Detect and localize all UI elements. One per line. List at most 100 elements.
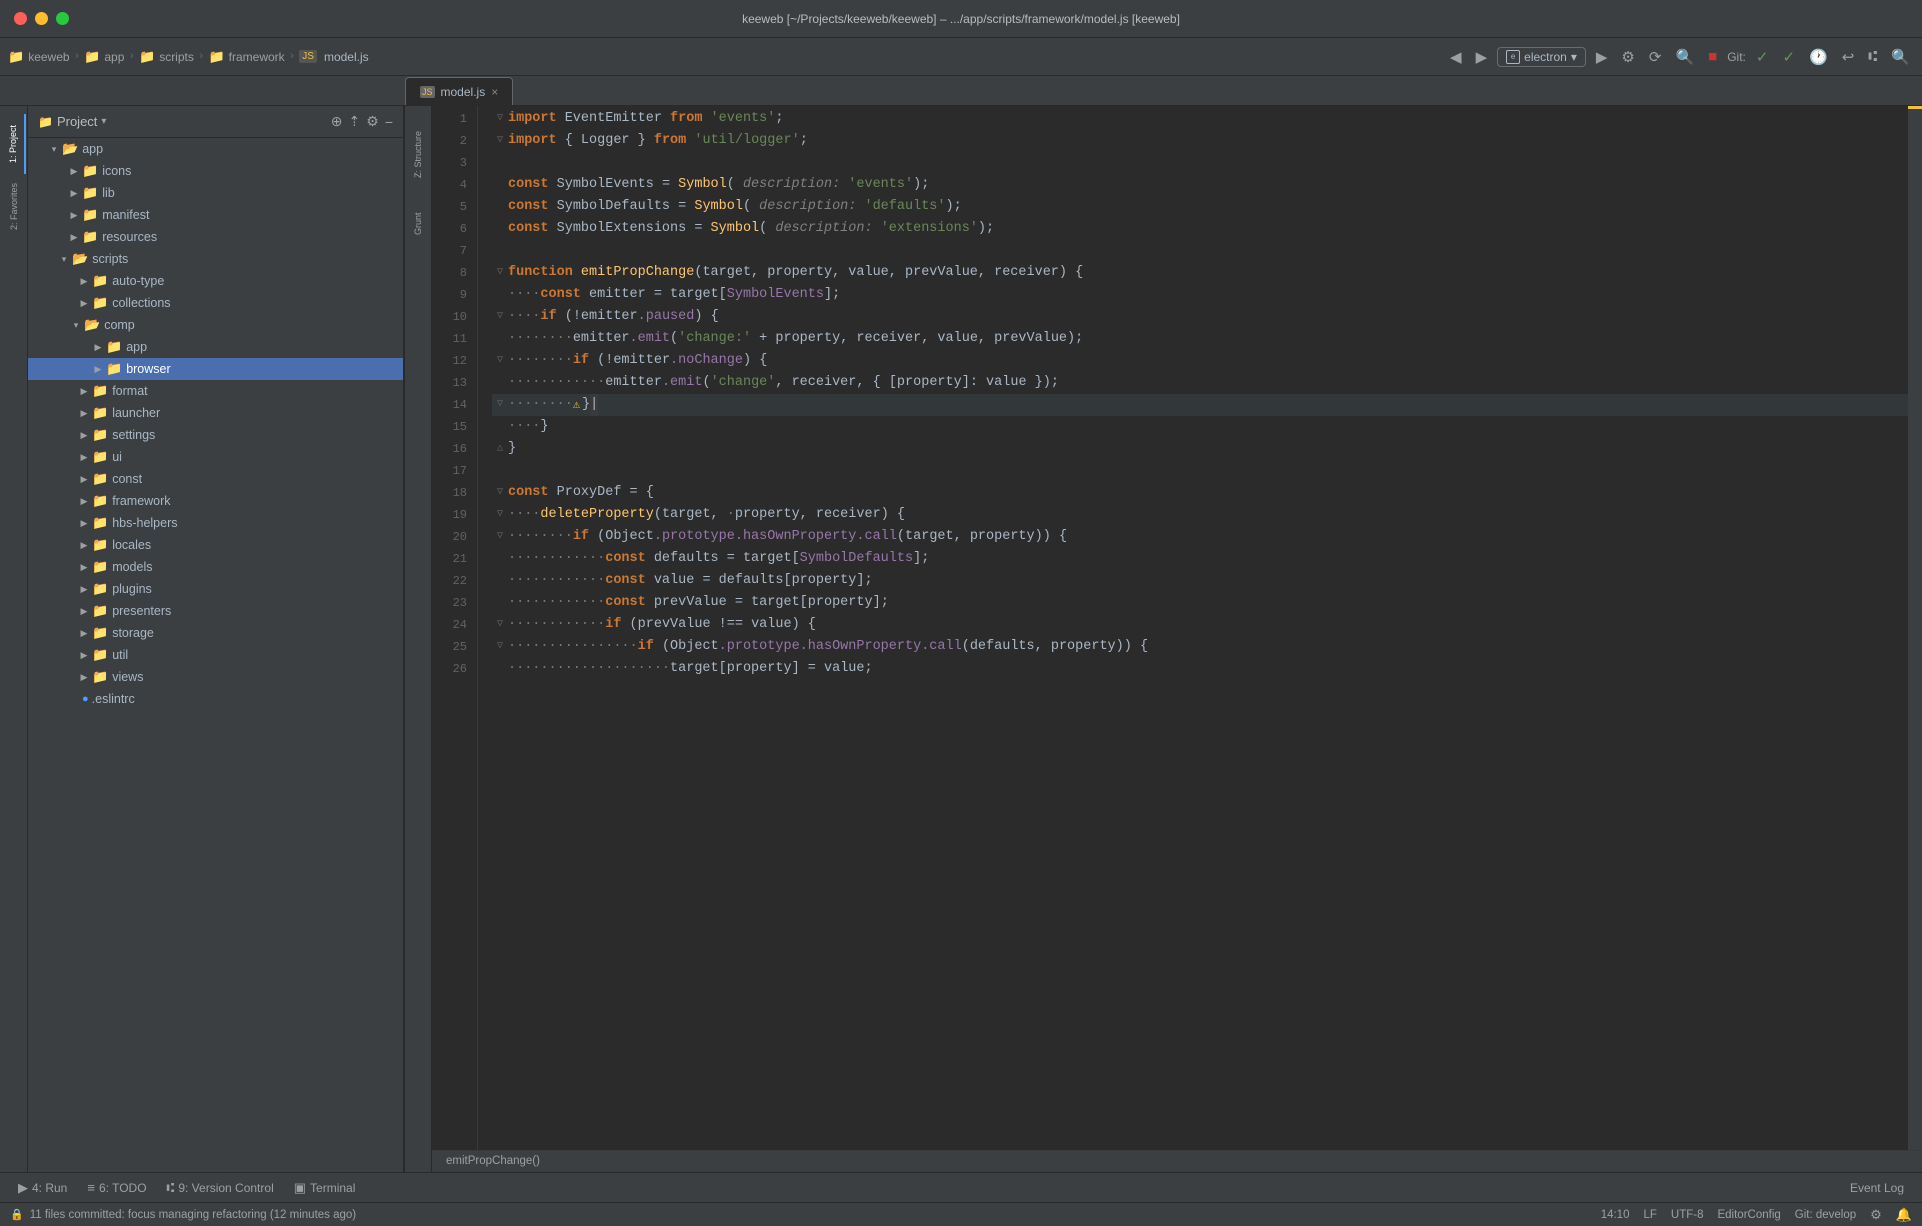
- stop-button[interactable]: ■: [1704, 46, 1721, 67]
- tree-item-presenters[interactable]: ▶ 📁 presenters: [28, 600, 403, 622]
- encoding[interactable]: UTF-8: [1671, 1209, 1704, 1221]
- terminal-tool-button[interactable]: ▣ Terminal: [284, 1173, 366, 1203]
- tree-item-comp[interactable]: ▾ 📂 comp: [28, 314, 403, 336]
- run-tool-button[interactable]: ▶ 4: Run: [8, 1173, 77, 1203]
- tree-item-settings[interactable]: ▶ 📁 settings: [28, 424, 403, 446]
- tab-model-js[interactable]: JS model.js ×: [405, 77, 513, 105]
- fold-btn-25[interactable]: ▽: [492, 636, 508, 658]
- vcs-tool-button[interactable]: ⑆ 9: Version Control: [157, 1173, 284, 1203]
- tree-item-comp-app[interactable]: ▶ 📁 app: [28, 336, 403, 358]
- tree-item-scripts[interactable]: ▾ 📂 scripts: [28, 248, 403, 270]
- folder-icon: 📁: [92, 273, 108, 289]
- back-button[interactable]: ◀: [1446, 46, 1466, 68]
- tree-item-util[interactable]: ▶ 📁 util: [28, 644, 403, 666]
- maximize-button[interactable]: [56, 12, 69, 25]
- tree-item-hbs-helpers[interactable]: ▶ 📁 hbs-helpers: [28, 512, 403, 534]
- tree-item-models[interactable]: ▶ 📁 models: [28, 556, 403, 578]
- tree-item-browser[interactable]: ▶ 📁 browser: [28, 358, 403, 380]
- fold-btn-16[interactable]: △: [492, 438, 508, 460]
- breadcrumb-scripts[interactable]: 📁 scripts: [139, 49, 194, 65]
- tree-arrow-icons: ▶: [66, 166, 82, 177]
- code-line-13: ············emitter.emit('change', recei…: [492, 372, 1908, 394]
- minimize-button[interactable]: [35, 12, 48, 25]
- tree-item-ui[interactable]: ▶ 📁 ui: [28, 446, 403, 468]
- fold-btn-10[interactable]: ▽: [492, 306, 508, 328]
- tree-item-app[interactable]: ▾ 📂 app: [28, 138, 403, 160]
- cursor-position[interactable]: 14:10: [1601, 1209, 1630, 1221]
- sidebar-item-structure[interactable]: Z: Structure: [406, 114, 430, 194]
- debug-button[interactable]: ⟳: [1645, 46, 1666, 68]
- tree-item-locales[interactable]: ▶ 📁 locales: [28, 534, 403, 556]
- todo-tool-button[interactable]: ≡ 6: TODO: [77, 1173, 156, 1203]
- tree-item-const[interactable]: ▶ 📁 const: [28, 468, 403, 490]
- code-line-4: const SymbolEvents = Symbol( description…: [492, 174, 1908, 196]
- sidebar-item-grunt[interactable]: Grunt: [406, 194, 430, 254]
- breadcrumb-framework[interactable]: 📁 framework: [208, 49, 284, 65]
- tree-item-manifest[interactable]: ▶ 📁 manifest: [28, 204, 403, 226]
- breadcrumb-keeweb[interactable]: 📁 keeweb: [8, 49, 70, 65]
- settings-button[interactable]: ⚙: [366, 113, 379, 130]
- git-history[interactable]: 🕐: [1805, 46, 1832, 68]
- git-rollback[interactable]: ↩: [1838, 46, 1859, 68]
- tree-item-storage[interactable]: ▶ 📁 storage: [28, 622, 403, 644]
- electron-dropdown[interactable]: e electron ▾: [1497, 47, 1586, 67]
- fold-btn-18[interactable]: ▽: [492, 482, 508, 504]
- git-check2[interactable]: ✓: [1778, 46, 1799, 68]
- fold-btn-14[interactable]: ▽: [492, 394, 508, 416]
- tree-item-launcher[interactable]: ▶ 📁 launcher: [28, 402, 403, 424]
- fold-btn-12[interactable]: ▽: [492, 350, 508, 372]
- sidebar-item-project[interactable]: 1: Project: [2, 114, 26, 174]
- breadcrumb: 📁 keeweb › 📁 app › 📁 scripts › 📁 framewo…: [8, 49, 1442, 65]
- fold-btn-19[interactable]: ▽: [492, 504, 508, 526]
- git-check1[interactable]: ✓: [1752, 46, 1773, 68]
- event-log-button[interactable]: Event Log: [1840, 1173, 1914, 1203]
- code-editor[interactable]: ▽ import EventEmitter from 'events'; ▽ i…: [478, 106, 1908, 1150]
- forward-button[interactable]: ▶: [1472, 46, 1492, 68]
- run-button[interactable]: ▶: [1592, 46, 1612, 68]
- fold-btn-20[interactable]: ▽: [492, 526, 508, 548]
- tree-item-views[interactable]: ▶ 📁 views: [28, 666, 403, 688]
- search-button[interactable]: 🔍: [1887, 46, 1914, 68]
- tree-item-lib[interactable]: ▶ 📁 lib: [28, 182, 403, 204]
- locate-file-button[interactable]: ⊕: [331, 113, 343, 130]
- collapse-all-button[interactable]: ⇡: [349, 113, 361, 130]
- window-title: keeweb [~/Projects/keeweb/keeweb] – .../…: [742, 12, 1180, 26]
- tree-item-format[interactable]: ▶ 📁 format: [28, 380, 403, 402]
- indent-config[interactable]: EditorConfig: [1717, 1209, 1780, 1221]
- tree-item-eslintrc[interactable]: ● .eslintrc: [28, 688, 403, 710]
- tree-arrow-browser: ▶: [90, 364, 106, 375]
- terminal-icon: ▣: [294, 1180, 306, 1196]
- js-badge: JS: [299, 50, 317, 63]
- tree-item-framework[interactable]: ▶ 📁 framework: [28, 490, 403, 512]
- code-line-18: ▽ const ProxyDef = {: [492, 482, 1908, 504]
- tree-item-plugins[interactable]: ▶ 📁 plugins: [28, 578, 403, 600]
- tree-arrow-comp: ▾: [68, 320, 84, 331]
- profile-button[interactable]: 🔍: [1671, 46, 1698, 68]
- close-button[interactable]: [14, 12, 27, 25]
- breadcrumb-file[interactable]: JS model.js: [299, 50, 368, 64]
- build-button[interactable]: ⚙: [1617, 46, 1638, 68]
- fold-btn-2[interactable]: ▽: [492, 130, 508, 152]
- minimize-panel-button[interactable]: −: [385, 114, 393, 130]
- settings-status-icon[interactable]: ⚙: [1870, 1207, 1882, 1223]
- fold-btn-24[interactable]: ▽: [492, 614, 508, 636]
- folder-open-icon: 📂: [72, 251, 88, 267]
- line-separator[interactable]: LF: [1643, 1209, 1656, 1221]
- tree-item-auto-type[interactable]: ▶ 📁 auto-type: [28, 270, 403, 292]
- tab-close-button[interactable]: ×: [491, 85, 498, 99]
- notifications-icon[interactable]: 🔔: [1896, 1207, 1912, 1223]
- breadcrumb-app[interactable]: 📁 app: [84, 49, 124, 65]
- sidebar-item-favorites[interactable]: 2: Favorites: [2, 176, 26, 236]
- tree-item-icons[interactable]: ▶ 📁 icons: [28, 160, 403, 182]
- lock-icon: 🔒: [10, 1208, 24, 1221]
- fold-btn-1[interactable]: ▽: [492, 108, 508, 130]
- git-branch[interactable]: Git: develop: [1795, 1209, 1856, 1221]
- tree-item-resources[interactable]: ▶ 📁 resources: [28, 226, 403, 248]
- warning-icon-14: ⚠: [573, 394, 580, 416]
- tree-item-collections[interactable]: ▶ 📁 collections: [28, 292, 403, 314]
- panel-icons: ⊕ ⇡ ⚙ −: [331, 113, 393, 130]
- git-branches[interactable]: ⑆: [1864, 46, 1881, 67]
- panel-title-arrow[interactable]: ▾: [101, 116, 106, 127]
- fold-btn-8[interactable]: ▽: [492, 262, 508, 284]
- commit-message[interactable]: 11 files committed: focus managing refac…: [30, 1209, 356, 1221]
